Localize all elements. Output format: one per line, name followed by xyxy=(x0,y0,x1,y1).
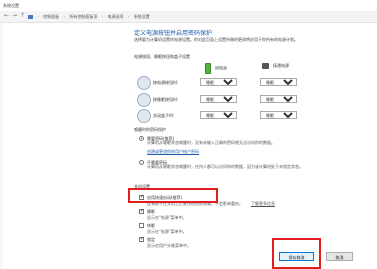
cancel-button[interactable]: 取消 xyxy=(326,252,353,261)
change-password-link[interactable]: 创建或更改你的用户帐户密码 xyxy=(147,149,337,155)
sleep-checkbox[interactable] xyxy=(139,208,144,214)
section-title-password: 唤醒时的密码保护 xyxy=(134,127,166,132)
lid-battery-select[interactable]: 睡眠 xyxy=(200,111,237,119)
power-plug-icon xyxy=(262,63,269,69)
setting-row-power-button: 按电源按钮时: 睡眠 睡眠 xyxy=(137,76,377,90)
column-battery-label: 用电池 xyxy=(215,65,227,71)
breadcrumb-item-power-options[interactable]: 电源选项 xyxy=(108,14,124,19)
sleep-button-battery-select[interactable]: 睡眠 xyxy=(200,95,237,103)
power-button-icon xyxy=(137,76,151,90)
column-battery: 用电池 xyxy=(205,63,227,74)
lid-plugged-select[interactable]: 睡眠 xyxy=(260,111,297,119)
up-arrow-icon[interactable]: ↑ xyxy=(20,13,26,19)
laptop-lid-icon xyxy=(137,109,151,123)
require-password-desc: 计算机从睡眠状态唤醒时，没有未输入正确的密码就无法访问你的数据。 xyxy=(147,140,275,145)
control-panel-icon xyxy=(28,15,33,19)
power-button-plugged-select[interactable]: 睡眠 xyxy=(260,78,297,86)
breadcrumb-item-system-settings[interactable]: 系统设置 xyxy=(134,14,150,19)
require-password-radio[interactable] xyxy=(139,136,144,141)
no-password-desc: 计算机从睡眠状态唤醒时，任何人都可以访问你的数据，因为该计算机处于未锁定状态。 xyxy=(147,164,303,169)
setting-label: 按电源按钮时: xyxy=(153,80,179,85)
page-title: 定义电源按钮并启用密码保护 xyxy=(134,30,213,37)
page-description: 选择要为计算机设置的电源设置。你对此页面上设置所做的更改将应用于你所有的电源计划… xyxy=(134,37,298,42)
sleep-button-plugged-select[interactable]: 睡眠 xyxy=(260,95,297,103)
lock-checkbox[interactable] xyxy=(139,236,144,242)
save-changes-button[interactable]: 保存修改 xyxy=(279,252,314,261)
sleep-desc: 显示在"电源"菜单中。 xyxy=(147,215,187,220)
highlight-fast-startup xyxy=(128,188,218,203)
navigation-bar: ← → ↑ › 控制面板 › 所有控制面板项 › 电源选项 › 系统设置 xyxy=(0,11,377,23)
learn-more-link[interactable]: 了解更多信息 xyxy=(251,201,275,207)
main-content: 定义电源按钮并启用密码保护 选择要为计算机设置的电源设置。你对此页面上设置所做的… xyxy=(0,23,377,269)
setting-row-sleep-button: 按睡眠按钮时: 睡眠 睡眠 xyxy=(137,93,377,107)
breadcrumb-item-control-panel[interactable]: 控制面板 xyxy=(43,14,59,19)
breadcrumb: › 控制面板 › 所有控制面板项 › 电源选项 › 系统设置 xyxy=(28,14,153,20)
forward-arrow-icon[interactable]: → xyxy=(12,13,18,19)
setting-label: 关闭盖子时: xyxy=(153,113,175,118)
setting-label: 按睡眠按钮时: xyxy=(153,97,179,102)
column-plugged-label: 接通电源 xyxy=(273,63,289,68)
power-button-battery-select[interactable]: 睡眠 xyxy=(200,78,237,86)
lock-desc: 显示在用户头像菜单中。 xyxy=(147,243,191,248)
column-plugged: 接通电源 xyxy=(262,63,289,69)
no-password-radio[interactable] xyxy=(139,160,144,165)
hibernate-desc: 显示在"电源"菜单中。 xyxy=(147,229,187,234)
section-title-buttons: 电源按钮、睡眠按钮和盖子设置 xyxy=(134,54,190,59)
hibernate-checkbox[interactable] xyxy=(139,223,144,228)
sleep-button-icon xyxy=(137,93,151,107)
breadcrumb-item-all-items[interactable]: 所有控制面板项 xyxy=(69,14,97,19)
title-bar: 系统设置 xyxy=(0,0,377,11)
battery-icon xyxy=(205,63,211,74)
back-arrow-icon[interactable]: ← xyxy=(4,13,10,19)
setting-row-lid: 关闭盖子时: 睡眠 睡眠 xyxy=(137,109,377,123)
window-title: 系统设置 xyxy=(3,3,19,8)
